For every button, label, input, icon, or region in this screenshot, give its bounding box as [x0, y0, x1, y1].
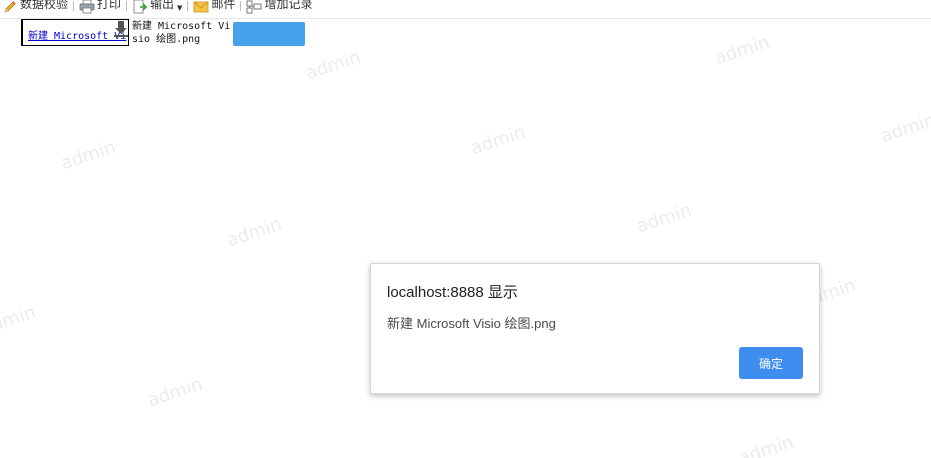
export-button[interactable]: 输出 ▼ [130, 0, 184, 14]
upload-button[interactable] [233, 22, 305, 46]
watermark: admin [634, 199, 695, 238]
mail-label: 邮件 [211, 0, 236, 11]
toolbar-divider-line [0, 18, 931, 19]
export-icon [133, 0, 148, 14]
dialog-title: localhost:8888 显示 [387, 284, 518, 301]
toolbar-divider [126, 1, 128, 11]
pencil-icon [4, 1, 16, 13]
add-record-label: 增加记录 [264, 0, 313, 11]
chevron-down-icon[interactable]: ▼ [177, 2, 182, 14]
export-label: 输出 [150, 0, 175, 11]
watermark: admin [224, 213, 285, 252]
download-icon[interactable] [113, 20, 129, 38]
print-button[interactable]: 打印 [77, 0, 123, 14]
mail-icon [194, 1, 209, 13]
alert-dialog: localhost:8888 显示 新建 Microsoft Visio 绘图.… [370, 263, 820, 394]
watermark: admin [468, 121, 529, 160]
watermark: admin [0, 301, 39, 340]
validate-button[interactable]: 数据校验 [0, 0, 70, 14]
attachment-link[interactable]: 新建 Microsoft Vi [28, 27, 126, 42]
toolbar-divider [73, 1, 75, 11]
watermark: admin [303, 46, 364, 85]
add-record-icon [247, 0, 262, 14]
toolbar-divider [240, 1, 242, 11]
print-label: 打印 [97, 0, 122, 11]
add-record-button[interactable]: 增加记录 [244, 0, 314, 14]
dialog-message: 新建 Microsoft Visio 绘图.png [387, 316, 556, 331]
watermark: admin [878, 109, 931, 148]
watermark: admin [736, 431, 797, 458]
toolbar: 数据校验 打印 输出 ▼ 邮件 增加记录 [0, 0, 931, 14]
toolbar-divider [187, 1, 189, 11]
watermark: admin [145, 373, 206, 412]
page: 数据校验 打印 输出 ▼ 邮件 增加记录 新建 Microsoft Vi 新建 … [0, 0, 931, 458]
watermark: admin [712, 31, 773, 70]
validate-label: 数据校验 [20, 0, 69, 11]
printer-icon [79, 0, 95, 14]
attachment-file-name: 新建 Microsoft Visio 绘图.png [132, 21, 231, 45]
watermark: admin [58, 136, 119, 175]
mail-button[interactable]: 邮件 [191, 0, 237, 14]
ok-button[interactable]: 确定 [739, 347, 803, 379]
